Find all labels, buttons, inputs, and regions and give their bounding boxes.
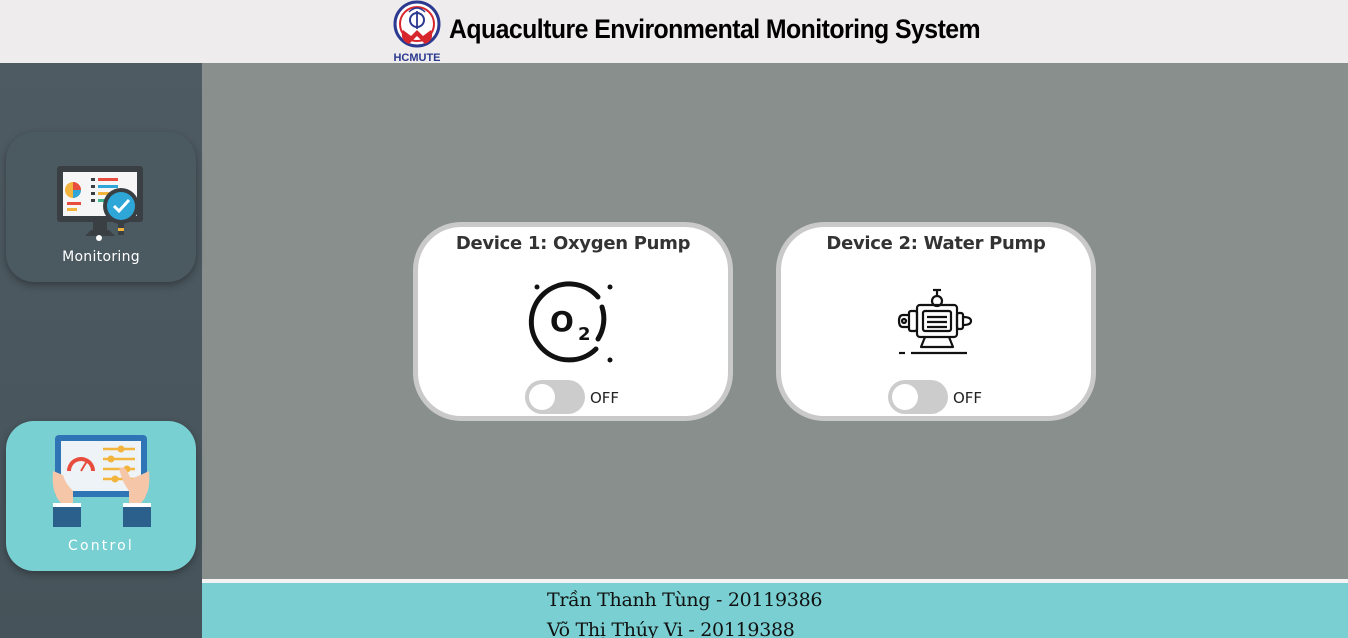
footer: Trần Thanh Tùng - 20119386 Võ Thị Thúy V… [202, 579, 1348, 638]
sidebar-item-label: Control [67, 538, 134, 554]
hcmute-logo-icon: HCMUTE [393, 0, 441, 63]
toggle-knob [529, 384, 555, 410]
tablet-control-icon [52, 435, 151, 527]
oxygen-pump-toggle[interactable] [525, 380, 585, 414]
footer-author-1: Trần Thanh Tùng - 20119386 [547, 589, 823, 611]
app-title: Aquaculture Environmental Monitoring Sys… [449, 14, 981, 44]
svg-text:2: 2 [578, 324, 591, 345]
toggle-state-label: OFF [953, 389, 983, 407]
sidebar: Monitoring Control [0, 63, 202, 638]
svg-text:O: O [550, 305, 574, 338]
device-title: Device 2: Water Pump [826, 233, 1046, 254]
water-pump-icon [897, 288, 973, 355]
toggle-state-label: OFF [590, 389, 620, 407]
oxygen-o2-icon: O 2 [528, 281, 613, 363]
device-title: Device 1: Oxygen Pump [455, 233, 691, 254]
monitor-dashboard-icon [57, 166, 143, 241]
sidebar-item-monitoring[interactable]: Monitoring [6, 132, 196, 282]
device-card-water-pump: Device 2: Water Pump OFF [776, 222, 1096, 421]
water-pump-toggle[interactable] [888, 380, 948, 414]
app-header: HCMUTE Aquaculture Environmental Monitor… [0, 0, 1348, 63]
toggle-knob [892, 384, 918, 410]
sidebar-item-label: Monitoring [62, 249, 140, 265]
footer-author-2: Võ Thị Thúy Vi - 20119388 [547, 619, 795, 638]
logo-text: HCMUTE [393, 52, 440, 63]
sidebar-item-control[interactable]: Control [6, 421, 196, 571]
device-card-oxygen-pump: Device 1: Oxygen Pump O 2 OFF [413, 222, 733, 421]
